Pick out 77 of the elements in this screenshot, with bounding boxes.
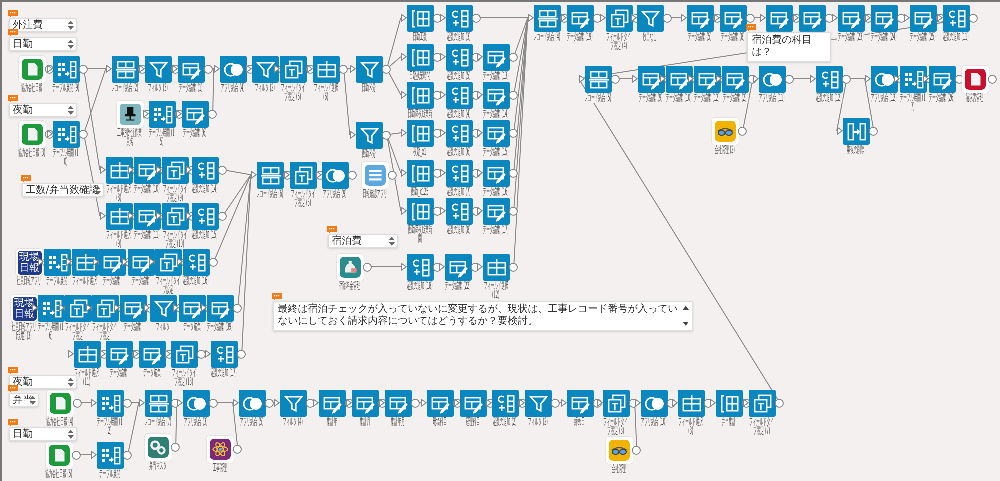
node-label: フィールド選択 (3) <box>677 418 705 436</box>
node-label: データ編集 (24) <box>870 33 898 42</box>
node-label: データ編集 (25) <box>909 33 937 42</box>
node-label: 工事別外注作業員名 <box>116 129 144 147</box>
node-label: テーブル展開 (16) <box>37 323 65 341</box>
node-label: フィールドタイプ設定 (10) <box>161 231 189 249</box>
node-label: フィールド選択 (12) <box>482 282 510 300</box>
node-label: レコード結合 (4) <box>533 33 561 42</box>
node-label: テーブル展開 (10) <box>52 149 80 167</box>
node-label: 定数の追加 (16) <box>182 277 210 286</box>
dropdown[interactable]: 外注費 <box>9 18 77 32</box>
node-label: データ編集 (23) <box>837 33 865 42</box>
node-label: レコード結合 (2) <box>111 84 139 93</box>
node-label: データ編集 (39) <box>206 323 234 332</box>
node-label: データ編集 (14) <box>482 110 510 119</box>
node-label: データ編集 (22) <box>444 282 472 291</box>
node-label: フィールドタイプ設定 <box>154 277 182 295</box>
node-label: 定数の追加 (17) <box>210 369 238 378</box>
node-label: レコード結合 (7) <box>144 418 172 427</box>
node-label: 定数の追加 (14) <box>191 185 219 194</box>
node-label: テーブル展開 (9) <box>52 84 80 93</box>
node-label: テーブル展開 (17) <box>899 94 927 112</box>
node-label: データ編集 (9) <box>637 94 665 103</box>
node-label: フィールドタイプ設定 (4) <box>605 33 633 51</box>
node-label: 夜勤深夜残業時間 <box>406 226 434 244</box>
dropdown[interactable]: 夜勤 <box>9 103 77 117</box>
node-label: 定数の追加 (11) <box>942 33 970 42</box>
dropdown[interactable]: 日勤 <box>9 427 77 441</box>
comment-field[interactable]: 最終は宿泊チェックが入っていないに変更するが、現状は、工事レコード番号が入っていないにしておく請求内容についてはどうするか？要検討。 <box>273 301 693 331</box>
node-label: データ編集 (10) <box>665 94 693 103</box>
node-label: データ編集 (13) <box>482 72 510 81</box>
node-label: 定数の追加 (4) <box>445 110 473 119</box>
node-label: フィールドタイプ設定 (13) <box>170 369 198 387</box>
node-label: 日勤深夜残業時 <box>406 110 434 119</box>
node-label: フィールドタイプ設定 (6) <box>279 84 307 102</box>
node-label: 定数の追加 (8) <box>445 226 473 235</box>
dropdown[interactable]: 日勤 <box>9 37 77 51</box>
node-label: 協力会社日報 (4) <box>46 418 74 427</box>
node-label: データ編集 (15) <box>482 148 510 157</box>
node-label: 定数の追加 (5) <box>445 72 473 81</box>
node-label: データ編集 (6) <box>181 129 209 138</box>
dropdown[interactable]: 宿泊費 <box>328 234 398 248</box>
node-label: データ編集 (26) <box>928 94 956 103</box>
node-label: フィールドタイプ設定 (5) <box>289 190 317 208</box>
node-label: 定数の追加 (15) <box>191 231 219 240</box>
node-label: フィールドタイプ設定 (9) <box>161 185 189 203</box>
node-label: データ編集 (16) <box>482 188 510 197</box>
node-label: フィールドタイプ設定 <box>91 323 119 341</box>
node-label: テーブル展開 (12) <box>96 418 124 436</box>
node-label: フィールドタイプ設定 (3) <box>602 418 630 436</box>
node-label: データ編集 (5) <box>686 33 714 42</box>
node-label: フィールドタイプ設定 (7) <box>748 418 776 436</box>
node-label: 定数の追加 (18) <box>406 282 434 291</box>
node-label: レコード結合 (5) <box>584 94 612 103</box>
node-label: フィールド選択 (9) <box>105 231 133 249</box>
node-label: フィールド選択 <box>71 277 99 286</box>
node-label: データ編集 (12) <box>693 94 721 103</box>
node-label: 協力会社日報 (5) <box>45 470 73 479</box>
node-label: データ編集 (17) <box>482 226 510 235</box>
node-label: データ編集 (11) <box>133 231 161 240</box>
node-label: 定数の追加 (2) <box>491 418 519 427</box>
node-label: データ編集 (19) <box>566 33 594 42</box>
node-label: レコード結合 (6) <box>256 190 284 199</box>
node-label: データ編集 (8) <box>719 33 747 42</box>
node-label: 協力会社日報 (3) <box>18 149 46 158</box>
node-label: フィールドタイプ設定 <box>64 323 92 341</box>
node-label: 定数の追加 (3) <box>445 33 473 42</box>
node-label: テーブル展開 (15) <box>148 129 176 147</box>
node-label: データ編集 (1) <box>177 84 205 93</box>
node-label: 定数の追加 (7) <box>445 188 473 197</box>
node-label: フィールド選択 (8) <box>105 185 133 203</box>
node-label: データ編集 (2) <box>721 94 749 103</box>
node-label: 定数の追加 (6) <box>445 148 473 157</box>
comment-field[interactable]: 宿泊費の科目は？ <box>747 32 831 62</box>
node-label: 定数の追加 (12) <box>815 94 843 103</box>
node-label: フィールド選択 (6) <box>312 84 340 102</box>
node-label: データ編集 (10) <box>133 185 161 194</box>
